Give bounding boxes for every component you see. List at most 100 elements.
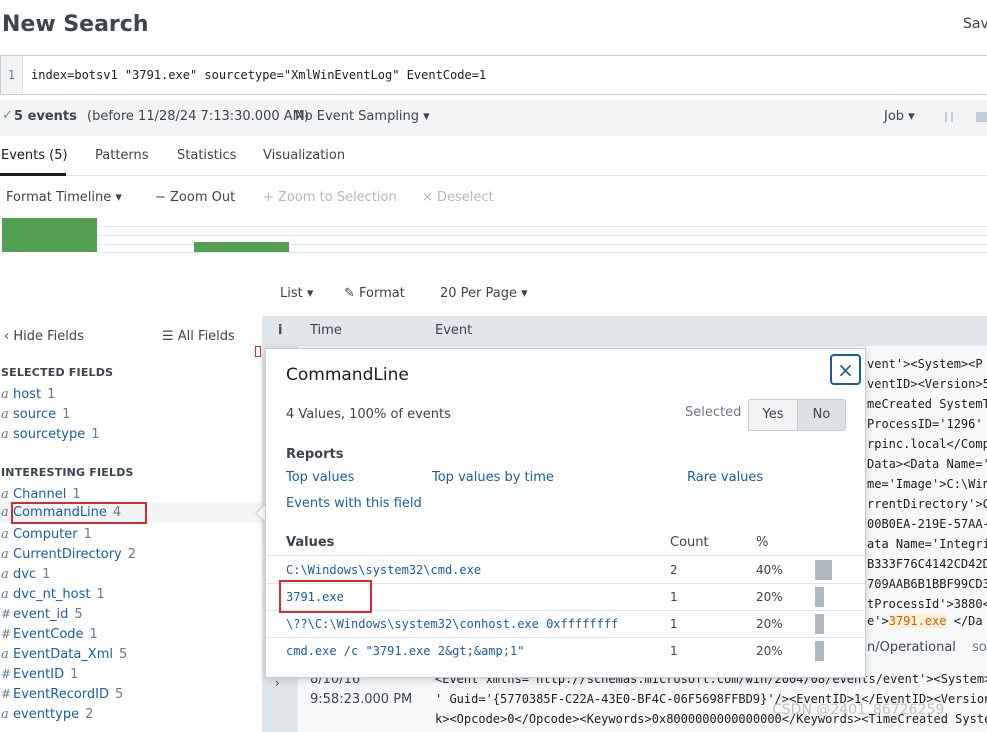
selected-no-button[interactable]: No [798, 399, 846, 431]
field-name[interactable]: EventRecordID [13, 687, 109, 702]
count-column-header: Count [670, 535, 709, 550]
field-count: 1 [91, 427, 100, 442]
value-row[interactable]: cmd.exe /c "3791.exe 2&gt;&amp;1" 1 20% [266, 637, 865, 664]
field-computer[interactable]: a Computer 1 [0, 525, 262, 545]
selected-label: Selected [685, 405, 742, 420]
time-column-header[interactable]: Time [310, 323, 342, 338]
tab-visualization[interactable]: Visualization [263, 148, 345, 163]
string-type-icon: a [1, 407, 9, 422]
page-title: New Search [2, 12, 149, 37]
rare-values-link[interactable]: Rare values [687, 470, 763, 485]
value-percent: 20% [756, 617, 783, 631]
field-dvc-nt-host[interactable]: a dvc_nt_host 1 [0, 585, 262, 605]
tab-statistics[interactable]: Statistics [177, 148, 236, 163]
pause-icon[interactable] [945, 112, 953, 122]
interesting-fields-heading: INTERESTING FIELDS [1, 466, 134, 479]
format-timeline-dropdown[interactable]: Format Timeline ▾ [6, 190, 122, 205]
field-name[interactable]: host [13, 387, 41, 402]
top-values-by-time-link[interactable]: Top values by time [432, 470, 554, 485]
format-button[interactable]: ✎ Format [344, 286, 405, 301]
field-sourcetype[interactable]: a sourcetype 1 [0, 425, 262, 445]
value-link[interactable]: \??\C:\Windows\system32\conhost.exe 0xff… [286, 617, 618, 631]
timeline-bar[interactable] [2, 218, 97, 252]
event-raw-text: vent'><System><P ventID><Version>5 meCreat… [867, 354, 987, 614]
field-name[interactable]: EventCode [13, 627, 84, 642]
value-percent-bar [815, 560, 832, 580]
save-as-button[interactable]: Save As [963, 16, 987, 32]
deselect-button[interactable]: × Deselect [422, 190, 494, 205]
annotation-marker [255, 346, 261, 357]
field-eventtype[interactable]: a eventtype 2 [0, 705, 262, 725]
raw-text-suffix: </Da [953, 614, 983, 628]
search-bar[interactable]: 1 index=botsv1 "3791.exe" sourcetype="Xm… [0, 55, 987, 95]
field-name[interactable]: Channel [13, 487, 66, 502]
search-term-highlight: 3791.exe [888, 614, 947, 628]
field-count: 1 [72, 487, 81, 502]
line-number: 1 [1, 56, 23, 94]
events-with-field-link[interactable]: Events with this field [286, 496, 422, 511]
field-name[interactable]: CurrentDirectory [13, 547, 122, 562]
event-raw-fragment: vent'><System><P [867, 357, 983, 371]
value-link[interactable]: cmd.exe /c "3791.exe 2&gt;&amp;1" [286, 644, 524, 658]
event-raw-fragment: ata Name='Integrit [867, 537, 987, 551]
job-menu[interactable]: Job ▾ [884, 109, 915, 124]
events-table-header: i Time Event [262, 316, 987, 346]
event-raw-fragment: tProcessId'>3880< [867, 597, 987, 611]
field-count: 1 [89, 627, 98, 642]
value-link[interactable]: C:\Windows\system32\cmd.exe [286, 563, 481, 577]
tab-events[interactable]: Events (5) [1, 148, 68, 163]
number-type-icon: # [1, 667, 12, 681]
string-type-icon: a [1, 505, 9, 520]
field-eventid[interactable]: # EventID 1 [0, 665, 262, 685]
field-event-id[interactable]: # event_id 5 [0, 605, 262, 625]
field-eventcode[interactable]: # EventCode 1 [0, 625, 262, 645]
event-sampling-dropdown[interactable]: No Event Sampling ▾ [295, 109, 430, 124]
search-query-input[interactable]: index=botsv1 "3791.exe" sourcetype="XmlW… [31, 56, 486, 94]
all-fields-button[interactable]: ☰ All Fields [162, 329, 235, 344]
timeline-bar[interactable] [194, 242, 289, 252]
field-name[interactable]: EventData_Xml [13, 647, 113, 662]
field-name[interactable]: event_id [13, 607, 68, 622]
hide-fields-button[interactable]: ‹ Hide Fields [4, 329, 84, 344]
value-count: 1 [670, 644, 678, 658]
field-currentdirectory[interactable]: a CurrentDirectory 2 [0, 545, 262, 565]
string-type-icon: a [1, 647, 9, 662]
event-raw-fragment: meCreated SystemT [867, 397, 987, 411]
top-values-link[interactable]: Top values [286, 470, 354, 485]
field-name[interactable]: Computer [13, 527, 78, 542]
field-eventrecordid[interactable]: # EventRecordID 5 [0, 685, 262, 705]
field-dvc[interactable]: a dvc 1 [0, 565, 262, 585]
string-type-icon: a [1, 527, 9, 542]
info-column-header: i [278, 323, 283, 338]
field-count: 1 [42, 567, 51, 582]
field-name[interactable]: eventtype [13, 707, 79, 722]
source-field-value[interactable]: n/Operational [867, 640, 956, 655]
field-name[interactable]: dvc_nt_host [13, 587, 91, 602]
expand-event-icon[interactable]: › [275, 676, 280, 690]
string-type-icon: a [1, 547, 9, 562]
selected-yes-button[interactable]: Yes [748, 399, 798, 431]
field-host[interactable]: a host 1 [0, 385, 262, 405]
value-row[interactable]: \??\C:\Windows\system32\conhost.exe 0xff… [266, 610, 865, 637]
event-column-header[interactable]: Event [435, 323, 472, 338]
zoom-out-button[interactable]: − Zoom Out [155, 190, 235, 205]
timeline-gridline [97, 235, 987, 236]
event-timeline[interactable] [0, 217, 987, 255]
field-source[interactable]: a source 1 [0, 405, 262, 425]
close-button[interactable]: × [830, 354, 861, 385]
field-name[interactable]: source [13, 407, 56, 422]
tab-patterns[interactable]: Patterns [95, 148, 149, 163]
list-view-dropdown[interactable]: List ▾ [280, 286, 313, 301]
string-type-icon: a [1, 707, 9, 722]
field-name[interactable]: dvc [13, 567, 36, 582]
string-type-icon: a [1, 427, 9, 442]
event-raw-fragment: B333F76C4142CD42D [867, 557, 987, 571]
field-name[interactable]: EventID [13, 667, 64, 682]
field-eventdata-xml[interactable]: a EventData_Xml 5 [0, 645, 262, 665]
value-row[interactable]: C:\Windows\system32\cmd.exe 2 40% [266, 556, 865, 583]
zoom-to-selection-button[interactable]: + Zoom to Selection [263, 190, 397, 205]
stop-icon[interactable] [976, 112, 987, 122]
per-page-dropdown[interactable]: 20 Per Page ▾ [440, 286, 528, 301]
field-name[interactable]: sourcetype [13, 427, 85, 442]
event-count: 5 events [14, 109, 77, 124]
